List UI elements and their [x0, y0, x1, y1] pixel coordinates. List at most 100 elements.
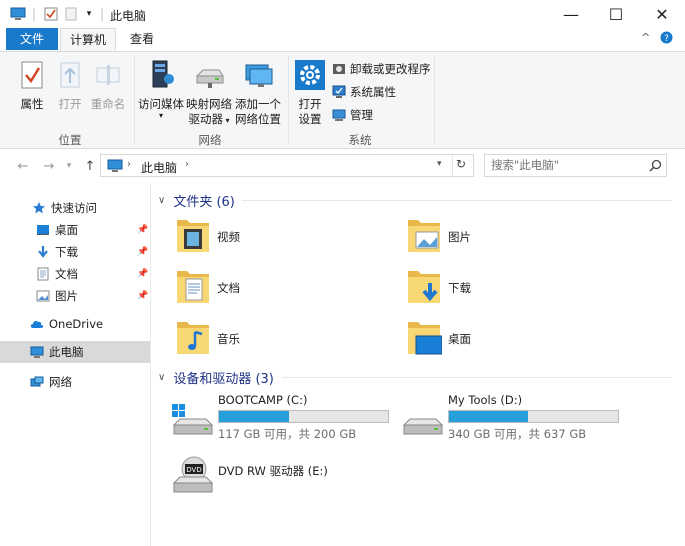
- svg-text:DVD: DVD: [186, 466, 201, 474]
- folders-section-header[interactable]: ∨ 文件夹 (6): [158, 190, 235, 210]
- back-button[interactable]: ←: [12, 149, 34, 183]
- maximize-button[interactable]: ☐: [593, 0, 639, 28]
- pin-icon[interactable]: 📌: [137, 291, 148, 301]
- nav-pictures[interactable]: 图片 📌: [0, 285, 150, 307]
- group-label-system: 系统: [348, 133, 372, 147]
- tab-computer[interactable]: 计算机: [60, 28, 116, 52]
- access-media-button[interactable]: 访问媒体 ▾: [138, 59, 184, 120]
- drive-usage-fill: [449, 411, 528, 422]
- drive-usage-bar: [448, 410, 619, 423]
- section-divider: [242, 200, 672, 201]
- downloads-folder-icon: [408, 271, 440, 303]
- new-folder-qat-icon[interactable]: [62, 0, 80, 28]
- folder-music[interactable]: 音乐: [175, 316, 375, 362]
- drive-d[interactable]: My Tools (D:) 340 GB 可用，共 637 GB: [400, 393, 630, 449]
- computer-icon[interactable]: [8, 0, 28, 28]
- nav-this-pc[interactable]: 此电脑: [0, 341, 150, 363]
- cloud-icon: [30, 320, 44, 328]
- pin-icon[interactable]: 📌: [137, 247, 148, 257]
- navigation-pane: 快速访问 桌面 📌 下载 📌 文档 📌 图片 📌 OneDrive 此电脑 网络: [0, 183, 151, 546]
- gear-icon: [295, 60, 325, 90]
- documents-folder-icon: [177, 271, 209, 303]
- nav-onedrive[interactable]: OneDrive: [0, 313, 150, 335]
- collapse-chevron-icon[interactable]: ∨: [158, 195, 165, 206]
- close-button[interactable]: ✕: [639, 0, 685, 28]
- network-drive-icon: [195, 69, 224, 88]
- folder-videos[interactable]: 视频: [175, 214, 375, 260]
- computer-icon: [107, 159, 123, 172]
- desktop-folder-icon: [408, 322, 442, 355]
- drive-c[interactable]: BOOTCAMP (C:) 117 GB 可用，共 200 GB: [170, 393, 400, 449]
- rename-icon: [96, 65, 120, 85]
- folder-desktop[interactable]: 桌面: [406, 316, 606, 362]
- folder-downloads[interactable]: 下载: [406, 265, 606, 311]
- address-separator: [452, 155, 453, 176]
- address-history-dropdown-icon[interactable]: ▾: [437, 159, 442, 169]
- breadcrumb-this-pc[interactable]: 此电脑: [141, 159, 177, 176]
- picture-icon: [36, 290, 50, 302]
- manage-button[interactable]: 管理: [332, 105, 373, 125]
- pin-icon[interactable]: 📌: [137, 225, 148, 235]
- desktop-icon: [37, 225, 49, 235]
- collapse-chevron-icon[interactable]: ∨: [158, 372, 165, 383]
- properties-qat-icon[interactable]: [42, 0, 60, 28]
- tab-view[interactable]: 查看: [120, 28, 164, 52]
- folder-pictures[interactable]: 图片: [406, 214, 606, 260]
- open-settings-button[interactable]: 打开 设置: [294, 59, 326, 127]
- tab-file[interactable]: 文件: [6, 28, 58, 50]
- nav-network[interactable]: 网络: [0, 371, 150, 393]
- nav-documents[interactable]: 文档 📌: [0, 263, 150, 285]
- recent-locations-button[interactable]: ▾: [62, 149, 76, 183]
- network-icon: [30, 376, 44, 387]
- qat-separator: |: [31, 7, 37, 21]
- system-properties-button[interactable]: 系统属性: [332, 82, 396, 102]
- forward-button[interactable]: →: [38, 149, 60, 183]
- window-title: 此电脑: [110, 9, 147, 23]
- ribbon-separator: [134, 56, 135, 144]
- drive-e[interactable]: DVD DVD RW 驱动器 (E:): [170, 455, 400, 501]
- nav-downloads[interactable]: 下载 📌: [0, 241, 150, 263]
- star-icon: [33, 202, 45, 214]
- refresh-icon[interactable]: ↻: [456, 157, 466, 171]
- network-location-icon: [245, 64, 273, 87]
- rename-button[interactable]: 重命名: [88, 59, 128, 112]
- expand-ribbon-icon[interactable]: ^: [641, 31, 650, 44]
- section-divider: [282, 377, 672, 378]
- add-network-location-button[interactable]: 添加一个 网络位置: [234, 59, 282, 127]
- drive-usage-bar: [218, 410, 389, 423]
- pictures-folder-icon: [408, 220, 440, 252]
- computer-icon: [30, 346, 44, 358]
- map-network-drive-button[interactable]: 映射网络 驱动器 ▾: [186, 59, 232, 128]
- pin-icon[interactable]: 📌: [137, 269, 148, 279]
- qat-customize-icon[interactable]: ▾: [82, 0, 96, 28]
- search-box[interactable]: [484, 154, 667, 177]
- minimize-button[interactable]: —: [548, 0, 594, 28]
- ribbon-tabs: 文件 计算机 查看 ^ ?: [0, 28, 685, 52]
- nav-quick-access[interactable]: 快速访问: [0, 197, 150, 219]
- address-bar[interactable]: › 此电脑 › ▾ ↻: [100, 154, 474, 177]
- svg-text:?: ?: [664, 34, 669, 44]
- programs-icon: [333, 64, 345, 74]
- breadcrumb-chevron-icon[interactable]: ›: [127, 159, 131, 170]
- breadcrumb-chevron-icon[interactable]: ›: [185, 159, 189, 170]
- nav-desktop[interactable]: 桌面 📌: [0, 219, 150, 241]
- open-button[interactable]: 打开: [54, 59, 86, 112]
- up-button[interactable]: ↑: [80, 149, 100, 183]
- ribbon: 属性 打开 重命名 位置 访问媒体 ▾ 映射网络 驱动器 ▾ 添加一个 网络位置…: [0, 51, 685, 149]
- address-row: ← → ▾ ↑ › 此电脑 › ▾ ↻: [0, 149, 685, 183]
- download-arrow-icon: [38, 246, 48, 258]
- search-icon[interactable]: [649, 159, 662, 172]
- search-input[interactable]: [491, 158, 641, 172]
- document-icon: [37, 267, 49, 281]
- folder-documents[interactable]: 文档: [175, 265, 375, 311]
- devices-section-header[interactable]: ∨ 设备和驱动器 (3): [158, 367, 274, 387]
- media-server-icon: [152, 60, 174, 88]
- system-properties-icon: [332, 85, 346, 98]
- uninstall-programs-button[interactable]: 卸载或更改程序: [332, 59, 431, 79]
- hard-drive-icon: [402, 418, 444, 435]
- video-folder-icon: [177, 220, 209, 252]
- dropdown-arrow-icon: ▾: [158, 111, 163, 120]
- properties-button[interactable]: 属性: [14, 59, 50, 112]
- drive-usage-fill: [219, 411, 290, 422]
- help-icon[interactable]: ?: [660, 31, 673, 47]
